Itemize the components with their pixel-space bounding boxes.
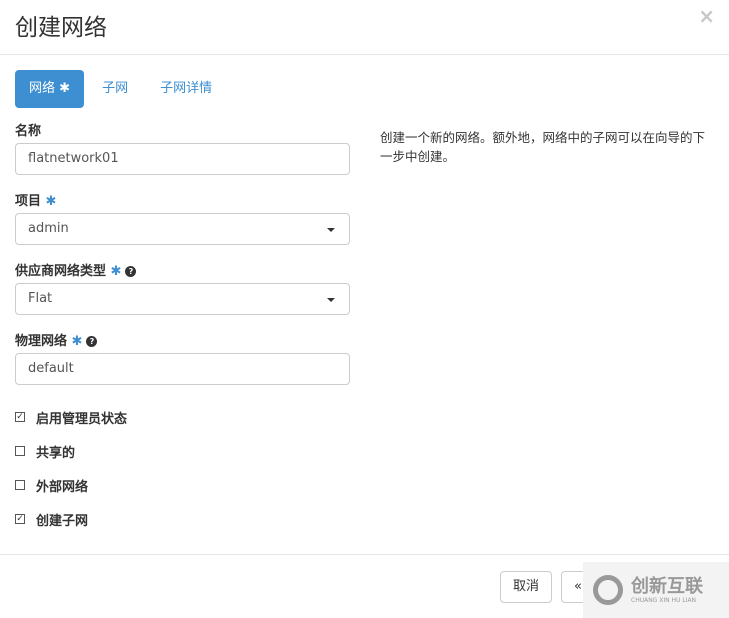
tab-label: 网络: [29, 81, 56, 96]
checkbox-label: 启用管理员状态: [36, 411, 128, 427]
provider-type-label: 供应商网络类型 ✱?: [15, 260, 350, 279]
help-description: 创建一个新的网络。额外地，网络中的子网可以在向导的下一步中创建。: [380, 130, 706, 164]
close-icon[interactable]: ×: [698, 4, 715, 28]
required-icon: ✱: [110, 264, 122, 279]
checkbox-label: 外部网络: [36, 479, 89, 495]
caret-down-icon: [327, 228, 335, 232]
dialog-header: 创建网络 ×: [0, 0, 729, 55]
network-form: 名称 flatnetwork01 项目 ✱ admin 供应商网络类型 ✱? F…: [15, 120, 350, 536]
checkbox-icon[interactable]: ✓: [15, 412, 25, 422]
checkbox-icon[interactable]: ✓: [15, 514, 25, 524]
tab-subnet-details[interactable]: 子网详情: [146, 70, 226, 108]
watermark-title: 创新互联: [631, 575, 703, 597]
label-text: 供应商网络类型: [15, 264, 107, 279]
label-text: 项目: [15, 194, 42, 209]
cancel-button[interactable]: 取消: [500, 571, 553, 603]
caret-down-icon: [327, 298, 335, 302]
checkbox-icon[interactable]: [15, 480, 25, 490]
required-icon: ✱: [71, 334, 83, 349]
physical-network-label: 物理网络 ✱?: [15, 330, 350, 349]
tab-network[interactable]: 网络 ✱: [15, 70, 85, 108]
name-label: 名称: [15, 124, 42, 139]
provider-type-select[interactable]: Flat: [15, 283, 350, 315]
required-icon: ✱: [45, 194, 57, 209]
external-network-checkbox[interactable]: 外部网络: [15, 468, 350, 502]
select-value: Flat: [28, 291, 53, 306]
watermark-subtitle: CHUANG XIN HU LIAN: [631, 596, 697, 604]
wizard-tabs: 网络 ✱ 子网 子网详情: [15, 70, 230, 108]
label-text: 物理网络: [15, 334, 68, 349]
checkbox-icon[interactable]: [15, 446, 25, 456]
checkbox-label: 创建子网: [36, 513, 89, 529]
tab-subnet[interactable]: 子网: [88, 70, 142, 108]
watermark-logo-icon: [593, 575, 623, 605]
help-icon[interactable]: ?: [125, 266, 137, 277]
select-value: admin: [28, 221, 69, 236]
dialog-title: 创建网络: [15, 15, 107, 41]
checkbox-label: 共享的: [36, 445, 76, 461]
admin-state-checkbox[interactable]: ✓ 启用管理员状态: [15, 400, 350, 434]
name-input[interactable]: flatnetwork01: [15, 143, 350, 175]
create-subnet-checkbox[interactable]: ✓ 创建子网: [15, 502, 350, 536]
project-label: 项目 ✱: [15, 190, 350, 209]
watermark: 创新互联 CHUANG XIN HU LIAN: [583, 562, 729, 618]
required-icon: ✱: [59, 81, 71, 96]
help-icon[interactable]: ?: [86, 336, 98, 347]
project-select[interactable]: admin: [15, 213, 350, 245]
shared-checkbox[interactable]: 共享的: [15, 434, 350, 468]
physical-network-input[interactable]: default: [15, 353, 350, 385]
